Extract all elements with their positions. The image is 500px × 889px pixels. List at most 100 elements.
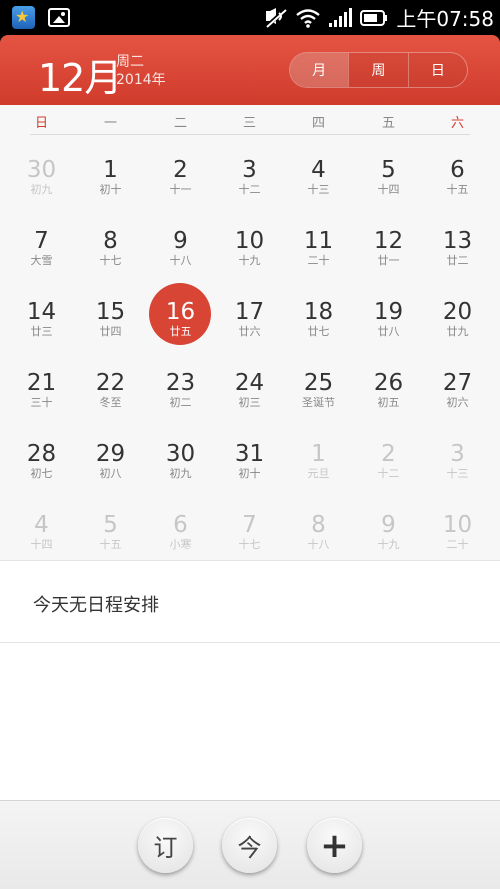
lunar-date: 初三 xyxy=(238,396,261,409)
day-number: 31 xyxy=(234,441,265,467)
weekday-sun: 日 xyxy=(34,116,48,131)
day-cell[interactable]: 24 初三 xyxy=(215,348,284,419)
day-cell[interactable]: 27 初六 xyxy=(423,348,492,419)
year-label: 2014年 xyxy=(116,72,166,88)
lunar-date: 初七 xyxy=(30,467,53,480)
tab-month[interactable]: 月 xyxy=(290,53,349,87)
lunar-date: 廿八 xyxy=(377,325,400,338)
lunar-date: 二十 xyxy=(446,538,469,551)
day-number: 30 xyxy=(26,157,57,183)
day-cell[interactable]: 3 十二 xyxy=(215,135,284,206)
day-cell[interactable]: 20 廿九 xyxy=(423,277,492,348)
weekday-fri: 五 xyxy=(381,116,395,131)
subscribe-button[interactable]: 订 xyxy=(138,818,193,873)
day-cell-today[interactable]: 16 廿五 xyxy=(146,277,215,348)
day-cell[interactable]: 21 三十 xyxy=(7,348,76,419)
day-cell[interactable]: 4 十四 xyxy=(7,490,76,561)
day-cell[interactable]: 29 初八 xyxy=(76,419,145,490)
signal-icon xyxy=(329,7,353,27)
view-switcher: 月 周 日 xyxy=(289,52,468,88)
day-number: 10 xyxy=(442,512,473,538)
day-cell[interactable]: 2 十二 xyxy=(354,419,423,490)
day-cell[interactable]: 25 圣诞节 xyxy=(284,348,353,419)
day-number: 5 xyxy=(381,157,396,183)
day-cell[interactable]: 3 十三 xyxy=(423,419,492,490)
day-number: 15 xyxy=(95,299,126,325)
day-number: 10 xyxy=(234,228,265,254)
day-number: 9 xyxy=(381,512,396,538)
day-cell[interactable]: 9 十八 xyxy=(146,206,215,277)
day-number: 21 xyxy=(26,370,57,396)
day-cell[interactable]: 10 十九 xyxy=(215,206,284,277)
weekday-sat: 六 xyxy=(450,116,464,131)
day-cell[interactable]: 30 初九 xyxy=(7,135,76,206)
day-cell[interactable]: 18 廿七 xyxy=(284,277,353,348)
day-number: 6 xyxy=(173,512,188,538)
day-number: 1 xyxy=(103,157,118,183)
day-cell[interactable]: 5 十五 xyxy=(76,490,145,561)
gallery-icon xyxy=(48,8,70,27)
day-cell[interactable]: 15 廿四 xyxy=(76,277,145,348)
lunar-date: 初六 xyxy=(446,396,469,409)
day-cell[interactable]: 26 初五 xyxy=(354,348,423,419)
lunar-date: 初二 xyxy=(169,396,192,409)
day-cell[interactable]: 11 二十 xyxy=(284,206,353,277)
day-cell[interactable]: 6 十五 xyxy=(423,135,492,206)
day-cell[interactable]: 8 十八 xyxy=(284,490,353,561)
weekday-wed: 三 xyxy=(242,116,256,131)
day-cell[interactable]: 23 初二 xyxy=(146,348,215,419)
day-cell[interactable]: 9 十九 xyxy=(354,490,423,561)
add-event-button[interactable]: + xyxy=(307,818,362,873)
day-cell[interactable]: 7 十七 xyxy=(215,490,284,561)
day-cell[interactable]: 1 元旦 xyxy=(284,419,353,490)
day-number: 24 xyxy=(234,370,265,396)
day-number: 20 xyxy=(442,299,473,325)
lunar-date: 廿六 xyxy=(238,325,261,338)
lunar-date: 十三 xyxy=(446,467,469,480)
lunar-date: 十二 xyxy=(238,183,261,196)
lunar-date: 十七 xyxy=(238,538,261,551)
day-cell[interactable]: 30 初九 xyxy=(146,419,215,490)
day-cell[interactable]: 8 十七 xyxy=(76,206,145,277)
day-cell[interactable]: 13 廿二 xyxy=(423,206,492,277)
day-cell[interactable]: 5 十四 xyxy=(354,135,423,206)
battery-icon xyxy=(360,9,388,26)
lunar-date: 廿九 xyxy=(446,325,469,338)
day-cell[interactable]: 7 大雪 xyxy=(7,206,76,277)
lunar-date: 初九 xyxy=(169,467,192,480)
day-cell[interactable]: 14 廿三 xyxy=(7,277,76,348)
day-cell[interactable]: 19 廿八 xyxy=(354,277,423,348)
day-number: 22 xyxy=(95,370,126,396)
day-number: 4 xyxy=(34,512,49,538)
day-cell[interactable]: 12 廿一 xyxy=(354,206,423,277)
lunar-date: 圣诞节 xyxy=(302,396,335,409)
lunar-date: 廿三 xyxy=(30,325,53,338)
day-number: 13 xyxy=(442,228,473,254)
agenda-panel: 今天无日程安排 xyxy=(0,560,500,800)
lunar-date: 廿四 xyxy=(99,325,122,338)
day-cell[interactable]: 4 十三 xyxy=(284,135,353,206)
day-cell[interactable]: 17 廿六 xyxy=(215,277,284,348)
day-cell[interactable]: 10 二十 xyxy=(423,490,492,561)
no-events-text: 今天无日程安排 xyxy=(33,595,159,616)
lunar-date: 十九 xyxy=(238,254,261,267)
tab-week[interactable]: 周 xyxy=(348,53,407,87)
day-cell[interactable]: 22 冬至 xyxy=(76,348,145,419)
lunar-date: 十九 xyxy=(377,538,400,551)
day-cell[interactable]: 1 初十 xyxy=(76,135,145,206)
day-cell[interactable]: 28 初七 xyxy=(7,419,76,490)
today-button[interactable]: 今 xyxy=(222,818,277,873)
day-cell[interactable]: 6 小寒 xyxy=(146,490,215,561)
lunar-date: 十三 xyxy=(307,183,330,196)
lunar-date: 廿一 xyxy=(377,254,400,267)
lunar-date: 初八 xyxy=(99,467,122,480)
month-title[interactable]: 12月 xyxy=(38,47,122,102)
lunar-date: 二十 xyxy=(307,254,330,267)
day-cell[interactable]: 2 十一 xyxy=(146,135,215,206)
day-number: 25 xyxy=(303,370,334,396)
tab-day[interactable]: 日 xyxy=(407,53,467,87)
day-number: 7 xyxy=(34,228,49,254)
day-cell[interactable]: 31 初十 xyxy=(215,419,284,490)
day-number: 29 xyxy=(95,441,126,467)
qq-star-icon: ★ xyxy=(12,6,35,29)
